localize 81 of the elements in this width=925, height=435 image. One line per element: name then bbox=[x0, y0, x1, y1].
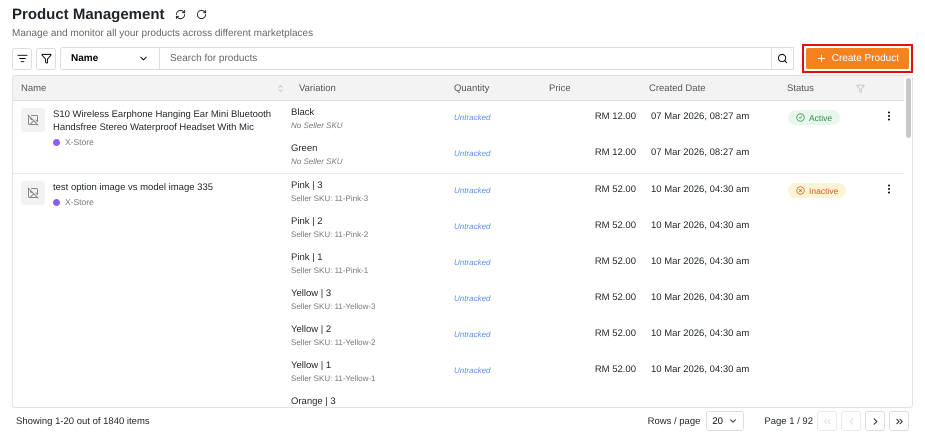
refresh-icon[interactable] bbox=[196, 9, 207, 20]
column-header: Price bbox=[549, 82, 571, 94]
created-date: 10 Mar 2026, 04:30 am bbox=[650, 219, 750, 231]
sort-button[interactable] bbox=[12, 48, 32, 70]
store-name: X-Store bbox=[65, 197, 94, 207]
search-icon bbox=[776, 53, 788, 64]
price-text: RM 52.00 bbox=[594, 219, 637, 231]
price-text: RM 52.00 bbox=[594, 183, 637, 195]
created-date: 10 Mar 2026, 04:30 am bbox=[650, 363, 750, 375]
items-summary: Showing 1-20 out of 1840 items bbox=[16, 416, 150, 427]
field-select[interactable]: Name bbox=[60, 47, 160, 70]
price-text: RM 52.00 bbox=[594, 255, 637, 267]
quantity-text: Untracked bbox=[453, 148, 492, 158]
quantity-text: Untracked bbox=[453, 257, 492, 267]
created-date: 10 Mar 2026, 04:30 am bbox=[650, 255, 750, 267]
variation-name: Yellow | 1 bbox=[291, 360, 332, 371]
seller-sku: Seller SKU: 11-Yellow-3 bbox=[291, 302, 376, 311]
last-page-button[interactable] bbox=[889, 411, 909, 432]
double-chevron-icon bbox=[822, 416, 832, 427]
price-text: RM 12.00 bbox=[594, 146, 637, 158]
seller-sku: Seller SKU: 11-Yellow-1 bbox=[291, 374, 376, 383]
price-text: RM 52.00 bbox=[594, 291, 637, 303]
variation-name: Green bbox=[291, 143, 318, 154]
sync-icon[interactable] bbox=[174, 9, 186, 20]
plus-icon bbox=[816, 53, 827, 64]
page-subtitle: Manage and monitor all your products across different marketplaces bbox=[12, 28, 314, 39]
image-off-icon bbox=[27, 114, 39, 126]
created-date: 10 Mar 2026, 04:30 am bbox=[650, 291, 750, 303]
variation-name: Yellow | 3 bbox=[291, 288, 332, 299]
quantity-text: Untracked bbox=[453, 365, 492, 375]
quantity-text: Untracked bbox=[453, 185, 492, 195]
variation-name: Orange | 3 bbox=[291, 396, 337, 407]
seller-sku: Seller SKU: 11-Pink-1 bbox=[291, 266, 370, 275]
search-button[interactable] bbox=[770, 47, 794, 70]
status-badge: Active bbox=[788, 110, 840, 125]
store-name: X-Store bbox=[65, 137, 94, 147]
filter-button[interactable] bbox=[36, 48, 56, 70]
created-date: 10 Mar 2026, 04:30 am bbox=[650, 183, 750, 195]
column-header: Quantity bbox=[454, 82, 490, 94]
variation-name: Pink | 3 bbox=[291, 180, 324, 191]
seller-sku: Seller SKU: 11-Pink-2 bbox=[291, 230, 370, 239]
page-indicator: Page 1 / 92 bbox=[764, 416, 813, 427]
variation-name: Black bbox=[291, 107, 316, 118]
status-badge: Inactive bbox=[788, 183, 846, 198]
quantity-text: Untracked bbox=[453, 112, 492, 122]
search-field[interactable]: Search for products bbox=[160, 47, 771, 70]
image-off-icon bbox=[27, 187, 39, 199]
rows-per-page-select[interactable]: 20 bbox=[706, 411, 744, 432]
page-title: Product Management bbox=[12, 6, 165, 23]
store-icon bbox=[53, 198, 60, 206]
next-page-button[interactable] bbox=[865, 411, 885, 432]
column-header: Status bbox=[787, 82, 814, 94]
quantity-text: Untracked bbox=[453, 221, 492, 231]
price-text: RM 12.00 bbox=[594, 110, 637, 122]
seller-sku: Seller SKU: 11-Pink-3 bbox=[291, 194, 370, 203]
filter-icon bbox=[40, 53, 52, 64]
seller-sku: No Seller SKU bbox=[291, 157, 344, 166]
check-circle-icon bbox=[796, 113, 805, 122]
price-text: RM 52.00 bbox=[594, 327, 637, 339]
variation-name: Yellow | 2 bbox=[291, 324, 332, 335]
product-name: test option image vs model image 335 bbox=[53, 181, 214, 194]
variation-name: Pink | 1 bbox=[291, 252, 324, 263]
created-date: 10 Mar 2026, 04:30 am bbox=[650, 327, 750, 339]
product-name: S10 Wireless Earphone Hanging Ear Mini Bluetooth Handsfree Stereo Waterproof Headset With Mic bbox=[53, 108, 272, 134]
price-text: RM 52.00 bbox=[594, 363, 637, 375]
column-header: Variation bbox=[299, 82, 336, 94]
variation-name: Pink | 2 bbox=[291, 216, 324, 227]
seller-sku: No Seller SKU bbox=[291, 121, 344, 130]
created-date: 07 Mar 2026, 08:27 am bbox=[650, 146, 750, 158]
x-circle-icon bbox=[796, 186, 805, 195]
sort-lines-icon bbox=[16, 53, 28, 64]
quantity-text: Untracked bbox=[453, 293, 492, 303]
store-icon bbox=[53, 138, 60, 146]
column-header: Created Date bbox=[649, 82, 706, 94]
double-chevron-icon bbox=[894, 416, 904, 427]
seller-sku: Seller SKU: 11-Yellow-2 bbox=[291, 338, 376, 347]
created-date: 07 Mar 2026, 08:27 am bbox=[650, 110, 750, 122]
rows-per-page-label: Rows / page bbox=[648, 416, 700, 427]
quantity-text: Untracked bbox=[453, 329, 492, 339]
scrollbar-thumb[interactable] bbox=[906, 78, 911, 138]
column-header: Name bbox=[21, 82, 46, 94]
